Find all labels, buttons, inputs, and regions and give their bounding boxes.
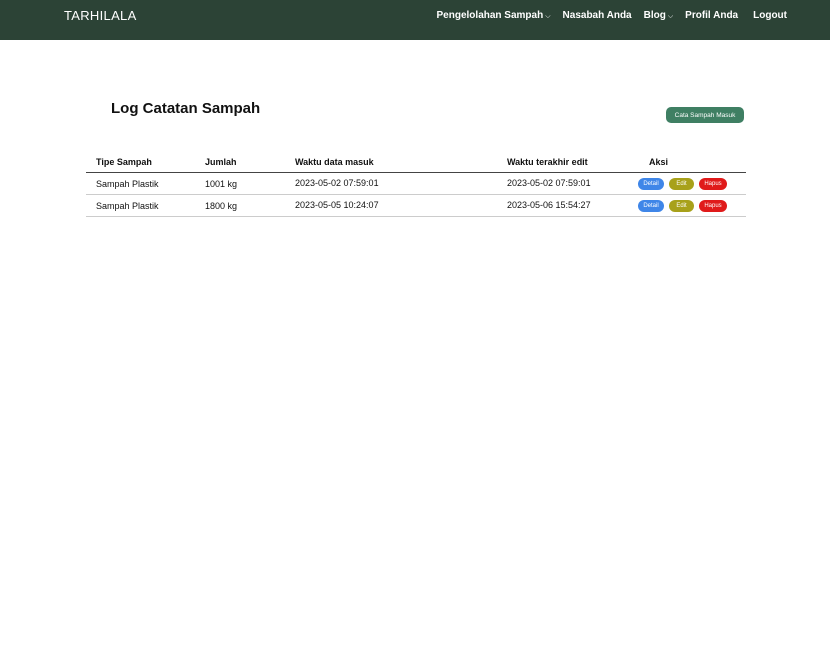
nav-item-label: Nasabah Anda	[562, 10, 632, 21]
column-header-jumlah: Jumlah	[205, 157, 237, 167]
edit-button[interactable]: Edit	[669, 178, 694, 190]
page-title: Log Catatan Sampah	[111, 100, 261, 117]
waste-log-table: Tipe Sampah Jumlah Waktu data masuk Wakt…	[86, 152, 746, 217]
delete-button[interactable]: Hapus	[699, 200, 727, 212]
row-actions: Detail Edit Hapus	[638, 178, 727, 190]
nav-item-pengelolahan-sampah[interactable]: Pengelolahan Sampah ⌵	[437, 10, 551, 21]
table-row: Sampah Plastik 1001 kg 2023-05-02 07:59:…	[86, 173, 746, 195]
column-header-waktu-edit: Waktu terakhir edit	[507, 157, 588, 167]
cell-jumlah: 1001 kg	[205, 179, 238, 189]
column-header-aksi: Aksi	[649, 157, 669, 167]
column-header-waktu-masuk: Waktu data masuk	[295, 157, 374, 167]
cell-waktu-edit: 2023-05-02 07:59:01	[507, 178, 591, 188]
brand-logo[interactable]: TARHILALA	[64, 8, 137, 23]
column-header-tipe-sampah: Tipe Sampah	[96, 157, 152, 167]
nav-item-label: Logout	[753, 10, 787, 21]
row-actions: Detail Edit Hapus	[638, 200, 727, 212]
cell-waktu-masuk: 2023-05-05 10:24:07	[295, 200, 379, 210]
cell-tipe-sampah: Sampah Plastik	[96, 179, 159, 189]
nav-item-label: Blog	[643, 10, 666, 21]
edit-button[interactable]: Edit	[669, 200, 694, 212]
detail-button[interactable]: Detail	[638, 178, 664, 190]
nav-item-nasabah-anda[interactable]: Nasabah Anda	[563, 10, 632, 21]
nav-menu: Pengelolahan Sampah ⌵ Nasabah Anda Blog …	[437, 10, 787, 21]
chevron-down-icon: ⌵	[545, 12, 551, 20]
cell-waktu-edit: 2023-05-06 15:54:27	[507, 200, 591, 210]
navbar: TARHILALA Pengelolahan Sampah ⌵ Nasabah …	[0, 0, 830, 40]
nav-item-label: Profil Anda	[685, 10, 739, 21]
add-waste-entry-button[interactable]: Cata Sampah Masuk	[666, 107, 744, 123]
delete-button[interactable]: Hapus	[699, 178, 727, 190]
cell-tipe-sampah: Sampah Plastik	[96, 201, 159, 211]
table-header-row: Tipe Sampah Jumlah Waktu data masuk Wakt…	[86, 152, 746, 173]
detail-button[interactable]: Detail	[638, 200, 664, 212]
cell-jumlah: 1800 kg	[205, 201, 238, 211]
table-row: Sampah Plastik 1800 kg 2023-05-05 10:24:…	[86, 195, 746, 217]
nav-item-blog[interactable]: Blog ⌵	[644, 10, 674, 21]
nav-item-logout[interactable]: Logout	[753, 10, 787, 21]
nav-item-profil-anda[interactable]: Profil Anda	[685, 10, 738, 21]
chevron-down-icon: ⌵	[667, 12, 674, 20]
cell-waktu-masuk: 2023-05-02 07:59:01	[295, 178, 379, 188]
nav-item-label: Pengelolahan Sampah	[436, 10, 544, 21]
